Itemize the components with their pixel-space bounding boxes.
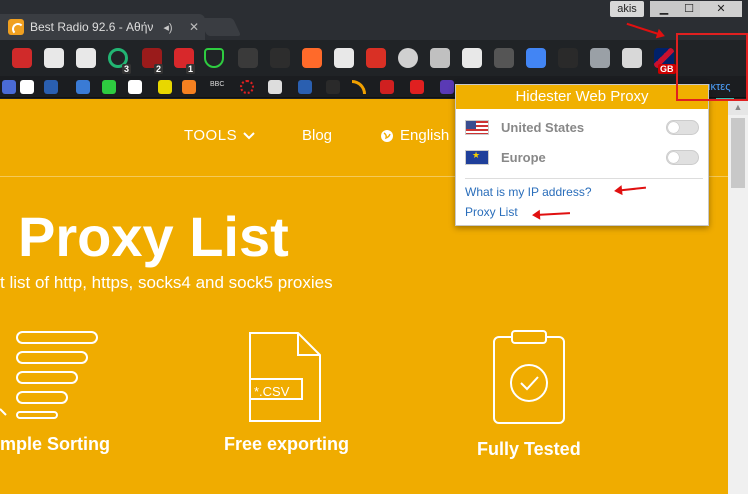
nav-blog-label: Blog: [302, 127, 333, 144]
bookmark-bbc-label[interactable]: BBC: [210, 81, 224, 88]
bookmark-drive-icon[interactable]: [102, 80, 116, 94]
extension-badge: GB: [658, 64, 676, 74]
pdf-extension-icon[interactable]: [462, 48, 482, 68]
camera-extension-icon[interactable]: [398, 48, 418, 68]
bookmark-extension-icon[interactable]: [622, 48, 642, 68]
minimize-button[interactable]: ▁: [650, 1, 678, 17]
bookmark-purple-icon[interactable]: [440, 80, 454, 94]
gray-extension-icon[interactable]: [270, 48, 290, 68]
bookmark-figure-icon[interactable]: [268, 80, 282, 94]
bookmark-play-icon[interactable]: [298, 80, 312, 94]
bookmark-dots-icon[interactable]: [240, 80, 254, 94]
tab-title: Best Radio 92.6 - Αθήν: [30, 20, 154, 34]
nav-blog[interactable]: Blog: [302, 127, 332, 144]
popup-title: Hidester Web Proxy: [456, 85, 708, 109]
globe-icon: [381, 129, 393, 142]
profile-button[interactable]: akis: [610, 1, 644, 17]
scissors-extension-icon[interactable]: [558, 48, 578, 68]
dots-extension-icon[interactable]: [12, 48, 32, 68]
feature-exporting-label: Free exporting: [224, 434, 350, 454]
nav-language[interactable]: English: [380, 127, 449, 144]
flash-extension-icon[interactable]: [334, 48, 354, 68]
title-bar: Best Radio 92.6 - Αθήν ◂) ✕ akis ▁ ☐ ✕: [0, 0, 748, 40]
bookmark-pi-icon[interactable]: [410, 80, 424, 94]
gmail-extension-icon[interactable]: [366, 48, 386, 68]
location-eu-label: Europe: [501, 149, 546, 165]
page-subtitle: t list of http, https, socks4 and sock5 …: [0, 273, 333, 292]
annotation-highlight-box: [676, 33, 748, 101]
pocket-extension-icon[interactable]: [76, 48, 96, 68]
scroll-up-arrow-icon[interactable]: ▲: [728, 99, 748, 115]
eu-flag-icon: [465, 149, 489, 165]
popup-divider: [465, 178, 703, 179]
proxy-list-link[interactable]: Proxy List: [465, 205, 518, 219]
bookmark-a-icon[interactable]: [128, 80, 142, 94]
location-row-us: United States: [465, 118, 699, 136]
maximize-button[interactable]: ☐: [678, 1, 700, 17]
scroll-thumb[interactable]: [731, 118, 745, 188]
bookmark-star-icon[interactable]: [20, 80, 34, 94]
clipboard-check-icon: [493, 330, 565, 424]
close-window-button[interactable]: ✕: [700, 1, 742, 17]
extension-badge: 1: [186, 64, 196, 74]
bookmark-rss-icon[interactable]: [352, 80, 366, 94]
extension-toolbar: 3 2 1 GB H: [0, 40, 748, 110]
translate-extension-icon[interactable]: [526, 48, 546, 68]
hidester-popup: Hidester Web Proxy United States Europe …: [455, 84, 709, 226]
speaker-icon[interactable]: ◂): [163, 21, 172, 34]
bulb-extension-icon[interactable]: [44, 48, 64, 68]
browser-tab[interactable]: Best Radio 92.6 - Αθήν ◂) ✕: [0, 14, 205, 40]
page-title: Proxy List: [18, 205, 289, 268]
toggle-us[interactable]: [666, 119, 699, 135]
tab-close-icon[interactable]: ✕: [189, 20, 199, 34]
radio-favicon-icon: [8, 19, 24, 35]
lock-extension-icon[interactable]: [238, 48, 258, 68]
csv-tag: *.CSV: [254, 384, 290, 399]
sorting-lines-icon: [0, 331, 98, 419]
bookmark-blue-icon[interactable]: [2, 80, 16, 94]
feature-tested-label: Fully Tested: [477, 439, 581, 459]
bookmark-red-icon[interactable]: [380, 80, 394, 94]
feature-sorting-label: mple Sorting: [0, 434, 111, 454]
location-row-eu: Europe: [465, 148, 699, 166]
csv-file-icon: [249, 332, 321, 422]
toggle-eu[interactable]: [666, 149, 699, 165]
bookmark-dark-icon[interactable]: [326, 80, 340, 94]
nav-tools-label: TOOLS: [184, 127, 238, 144]
bookmark-yellow-icon[interactable]: [158, 80, 172, 94]
bookmark-db-icon[interactable]: [44, 80, 58, 94]
bookmark-orange-icon[interactable]: [182, 80, 196, 94]
extension-badge: 3: [122, 64, 132, 74]
shield-extension-icon[interactable]: [204, 48, 224, 68]
extension-badge: 2: [154, 64, 164, 74]
chevron-down-icon: [243, 131, 255, 139]
location-us-label: United States: [501, 119, 585, 135]
download-extension-icon[interactable]: [590, 48, 610, 68]
new-tab-button[interactable]: [198, 18, 242, 36]
us-flag-icon: [465, 119, 489, 135]
bookmark-mail-icon[interactable]: [76, 80, 90, 94]
ip-address-link[interactable]: What is my IP address?: [465, 185, 592, 199]
nav-tools[interactable]: TOOLS: [184, 127, 255, 144]
nav-language-label: English: [400, 127, 450, 144]
hubspot-extension-icon[interactable]: [302, 48, 322, 68]
no-image-extension-icon[interactable]: [430, 48, 450, 68]
film-extension-icon[interactable]: [494, 48, 514, 68]
